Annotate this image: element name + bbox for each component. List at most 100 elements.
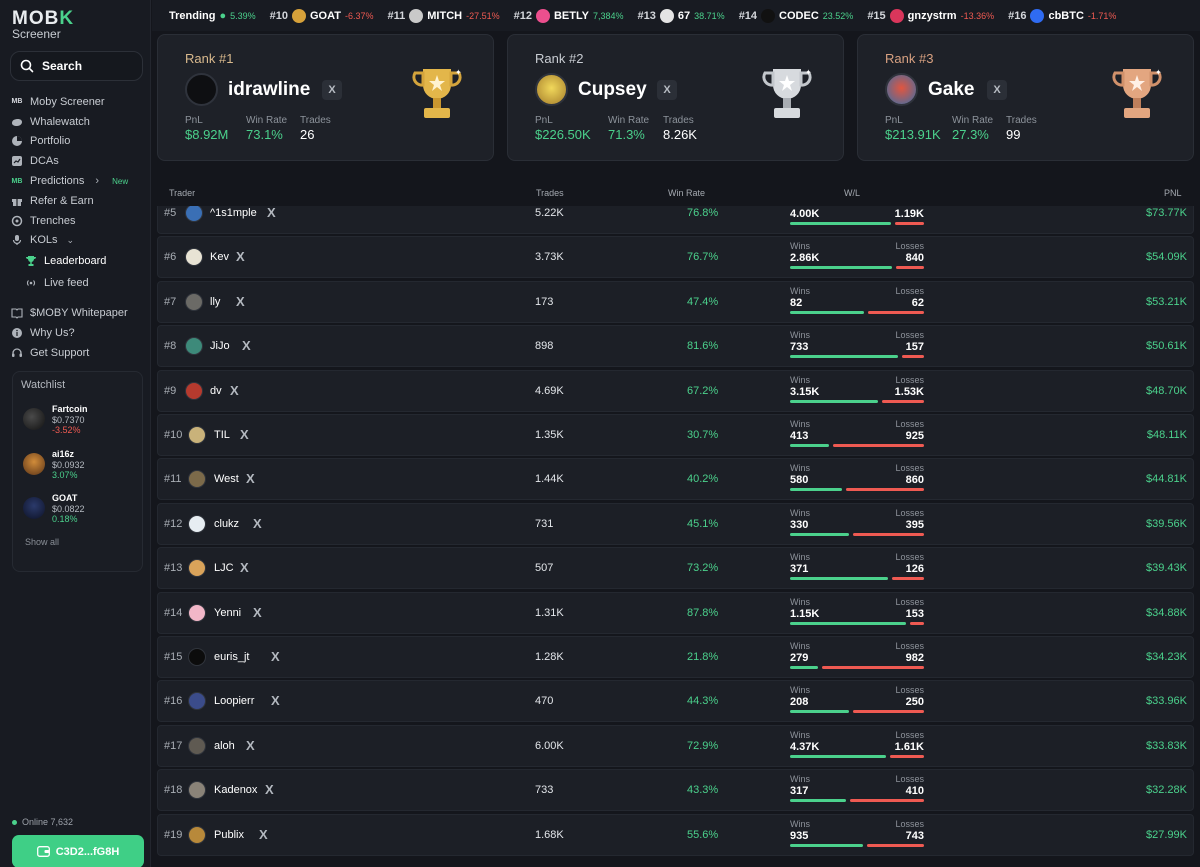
column-header-win-rate[interactable]: Win Rate [668, 188, 705, 198]
table-row[interactable]: #10 TIL X 1.35K 30.7% Wins Losses 413 925 $48.11K [157, 414, 1194, 456]
ticker-item[interactable]: #11 MITCH -27.51% [388, 8, 500, 23]
x-twitter-icon[interactable]: X [246, 738, 255, 753]
ticker-item[interactable]: #14 CODEC 23.52% [739, 8, 853, 23]
nav-moby-screener[interactable]: MB Moby Screener [11, 92, 146, 112]
trader-name[interactable]: euris_jt [214, 651, 249, 663]
podium-card-rank-3[interactable]: Rank #3 Gake X PnL $213.91K Win Rate 27.3%… [857, 34, 1194, 161]
podium-card-rank-1[interactable]: Rank #1 idrawline X PnL $8.92M Win Rate 73… [157, 34, 494, 161]
nav-refer-earn[interactable]: Refer & Earn [11, 191, 146, 211]
watchlist-item[interactable]: GOAT $0.0822 0.18% [23, 493, 133, 533]
x-twitter-icon[interactable]: X [987, 80, 1007, 100]
watchlist-item[interactable]: Fartcoin $0.7370 -3.52% [23, 404, 133, 444]
table-row[interactable]: #5 ^1s1mple X 5.22K 76.8% Wins Losses 4.00K 1.19… [157, 206, 1194, 234]
table-row[interactable]: #16 Loopierr X 470 44.3% Wins Losses 208 250 $33.… [157, 680, 1194, 723]
ticker-item[interactable]: #13 67 38.71% [638, 8, 725, 23]
column-header-wl[interactable]: W/L [844, 188, 860, 198]
trader-name[interactable]: Kev [210, 251, 229, 263]
table-row[interactable]: #14 Yenni X 1.31K 87.8% Wins Losses 1.15K 153 $34… [157, 591, 1194, 634]
table-row[interactable]: #15 euris_jt X 1.28K 21.8% Wins Losses 279 982 $3… [157, 636, 1194, 678]
trader-name[interactable]: dv [210, 385, 222, 397]
ticker-rank: #15 [867, 9, 886, 22]
x-twitter-icon[interactable]: X [259, 827, 268, 842]
nav-why-us[interactable]: Why Us? [11, 323, 146, 343]
table-row[interactable]: #17 aloh X 6.00K 72.9% Wins Losses 4.37K 1.61K $3… [157, 724, 1194, 767]
x-twitter-icon[interactable]: X [253, 605, 262, 620]
nav-whitepaper[interactable]: $MOBY Whitepaper [11, 303, 146, 323]
search-button[interactable]: Search [10, 51, 143, 81]
x-twitter-icon[interactable]: X [242, 338, 251, 353]
x-twitter-icon[interactable]: X [271, 649, 280, 664]
trader-name[interactable]: Loopierr [214, 695, 254, 707]
ticker-item[interactable]: #15 gnzystrm -13.36% [867, 8, 994, 23]
trader-name[interactable]: aloh [214, 740, 235, 752]
win-rate-stat: Win Rate 73.1% [246, 115, 287, 142]
x-twitter-icon[interactable]: X [230, 383, 239, 398]
watchlist-item[interactable]: ai16z $0.0932 3.07% [23, 449, 133, 489]
x-twitter-icon[interactable]: X [253, 516, 262, 531]
table-row[interactable]: #19 Publix X 1.68K 55.6% Wins Losses 935 743 $27.… [157, 813, 1194, 856]
rank-cell: #7 [164, 295, 177, 308]
show-all-link[interactable]: Show all [25, 537, 59, 547]
nav-whalewatch[interactable]: Whalewatch [11, 112, 146, 132]
win-rate-cell: 44.3% [687, 695, 719, 708]
nav-get-support[interactable]: Get Support [11, 343, 146, 363]
x-twitter-icon[interactable]: X [246, 471, 255, 486]
losses-label: Losses [895, 507, 924, 518]
x-twitter-icon[interactable]: X [265, 782, 274, 797]
trader-name[interactable]: clukz [214, 518, 239, 530]
trader-name[interactable]: Kadenox [214, 784, 257, 796]
x-twitter-icon[interactable]: X [267, 206, 276, 220]
table-row[interactable]: #18 Kadenox X 733 43.3% Wins Losses 317 410 $32.2… [157, 769, 1194, 812]
trader-name[interactable]: LJC [214, 562, 234, 574]
trader-name[interactable]: lly [210, 296, 220, 308]
nav-kols[interactable]: KOLs ⌄ [11, 231, 146, 251]
wallet-button[interactable]: C3D2...fG8H [12, 835, 144, 867]
trader-name[interactable]: ^1s1mple [210, 207, 257, 219]
token-icon [1030, 8, 1045, 23]
trader-name[interactable]: Yenni [214, 607, 241, 619]
table-row[interactable]: #8 JiJo X 898 81.6% Wins Losses 733 157 $50.61K [157, 325, 1194, 368]
table-row[interactable]: #7 lly X 173 47.4% Wins Losses 82 62 $53.21K [157, 280, 1194, 323]
win-loss-bar [790, 799, 924, 803]
column-header-pnl[interactable]: PNL [1164, 188, 1182, 198]
x-twitter-icon[interactable]: X [240, 427, 249, 442]
trader-name[interactable]: West [214, 473, 239, 485]
nav-portfolio[interactable]: Portfolio [11, 132, 146, 152]
ticker-token-name: CODEC [779, 9, 819, 22]
ticker-rank: #10 [269, 9, 288, 22]
x-twitter-icon[interactable]: X [322, 80, 342, 100]
x-twitter-icon[interactable]: X [271, 693, 280, 708]
moby-logo[interactable]: MOBK Screener [12, 9, 74, 40]
ticker-item[interactable]: #10 GOAT -6.37% [269, 8, 374, 23]
podium-card-rank-2[interactable]: Rank #2 Cupsey X PnL $226.50K Win Rate 71.… [507, 34, 844, 161]
table-row[interactable]: #6 Kev X 3.73K 76.7% Wins Losses 2.86K 840 $54.09… [157, 236, 1194, 279]
table-row[interactable]: #9 dv X 4.69K 67.2% Wins Losses 3.15K 1.53K $48.7… [157, 369, 1194, 412]
column-header-trader[interactable]: Trader [169, 188, 195, 198]
ticker-item[interactable]: #16 cbBTC -1.71% [1008, 8, 1116, 23]
nav-label: KOLs [30, 234, 58, 247]
losses-bar [882, 399, 924, 403]
x-twitter-icon[interactable]: X [236, 249, 245, 264]
x-twitter-icon[interactable]: X [236, 294, 245, 309]
ticker-token-name: gnzystrm [907, 9, 957, 22]
trader-name[interactable]: Publix [214, 829, 244, 841]
logo-text: MOB [12, 8, 60, 29]
table-row[interactable]: #13 LJC X 507 73.2% Wins Losses 371 126 $39.43K [157, 547, 1194, 590]
nav-leaderboard[interactable]: Leaderboard [11, 250, 146, 272]
column-header-trades[interactable]: Trades [536, 188, 564, 198]
svg-text:✦: ✦ [805, 68, 812, 77]
win-loss-cell: Wins Losses 208 250 [790, 685, 924, 717]
nav-trenches[interactable]: Trenches [11, 211, 146, 231]
table-row[interactable]: #11 West X 1.44K 40.2% Wins Losses 580 860 $44.81… [157, 458, 1194, 501]
x-twitter-icon[interactable]: X [657, 80, 677, 100]
nav-dcas[interactable]: DCAs [11, 151, 146, 171]
avatar [188, 781, 206, 800]
x-twitter-icon[interactable]: X [240, 560, 249, 575]
nav-live-feed[interactable]: Live feed [11, 272, 146, 294]
ticker-item[interactable]: #12 BETLY 7,384% [514, 8, 624, 23]
trader-name[interactable]: TIL [214, 429, 230, 441]
trader-name[interactable]: JiJo [210, 340, 230, 352]
online-indicator: Online 7,632 [12, 817, 73, 827]
nav-predictions[interactable]: MB Predictions › New [11, 171, 146, 191]
table-row[interactable]: #12 clukz X 731 45.1% Wins Losses 330 395 $39.56K [157, 502, 1194, 545]
